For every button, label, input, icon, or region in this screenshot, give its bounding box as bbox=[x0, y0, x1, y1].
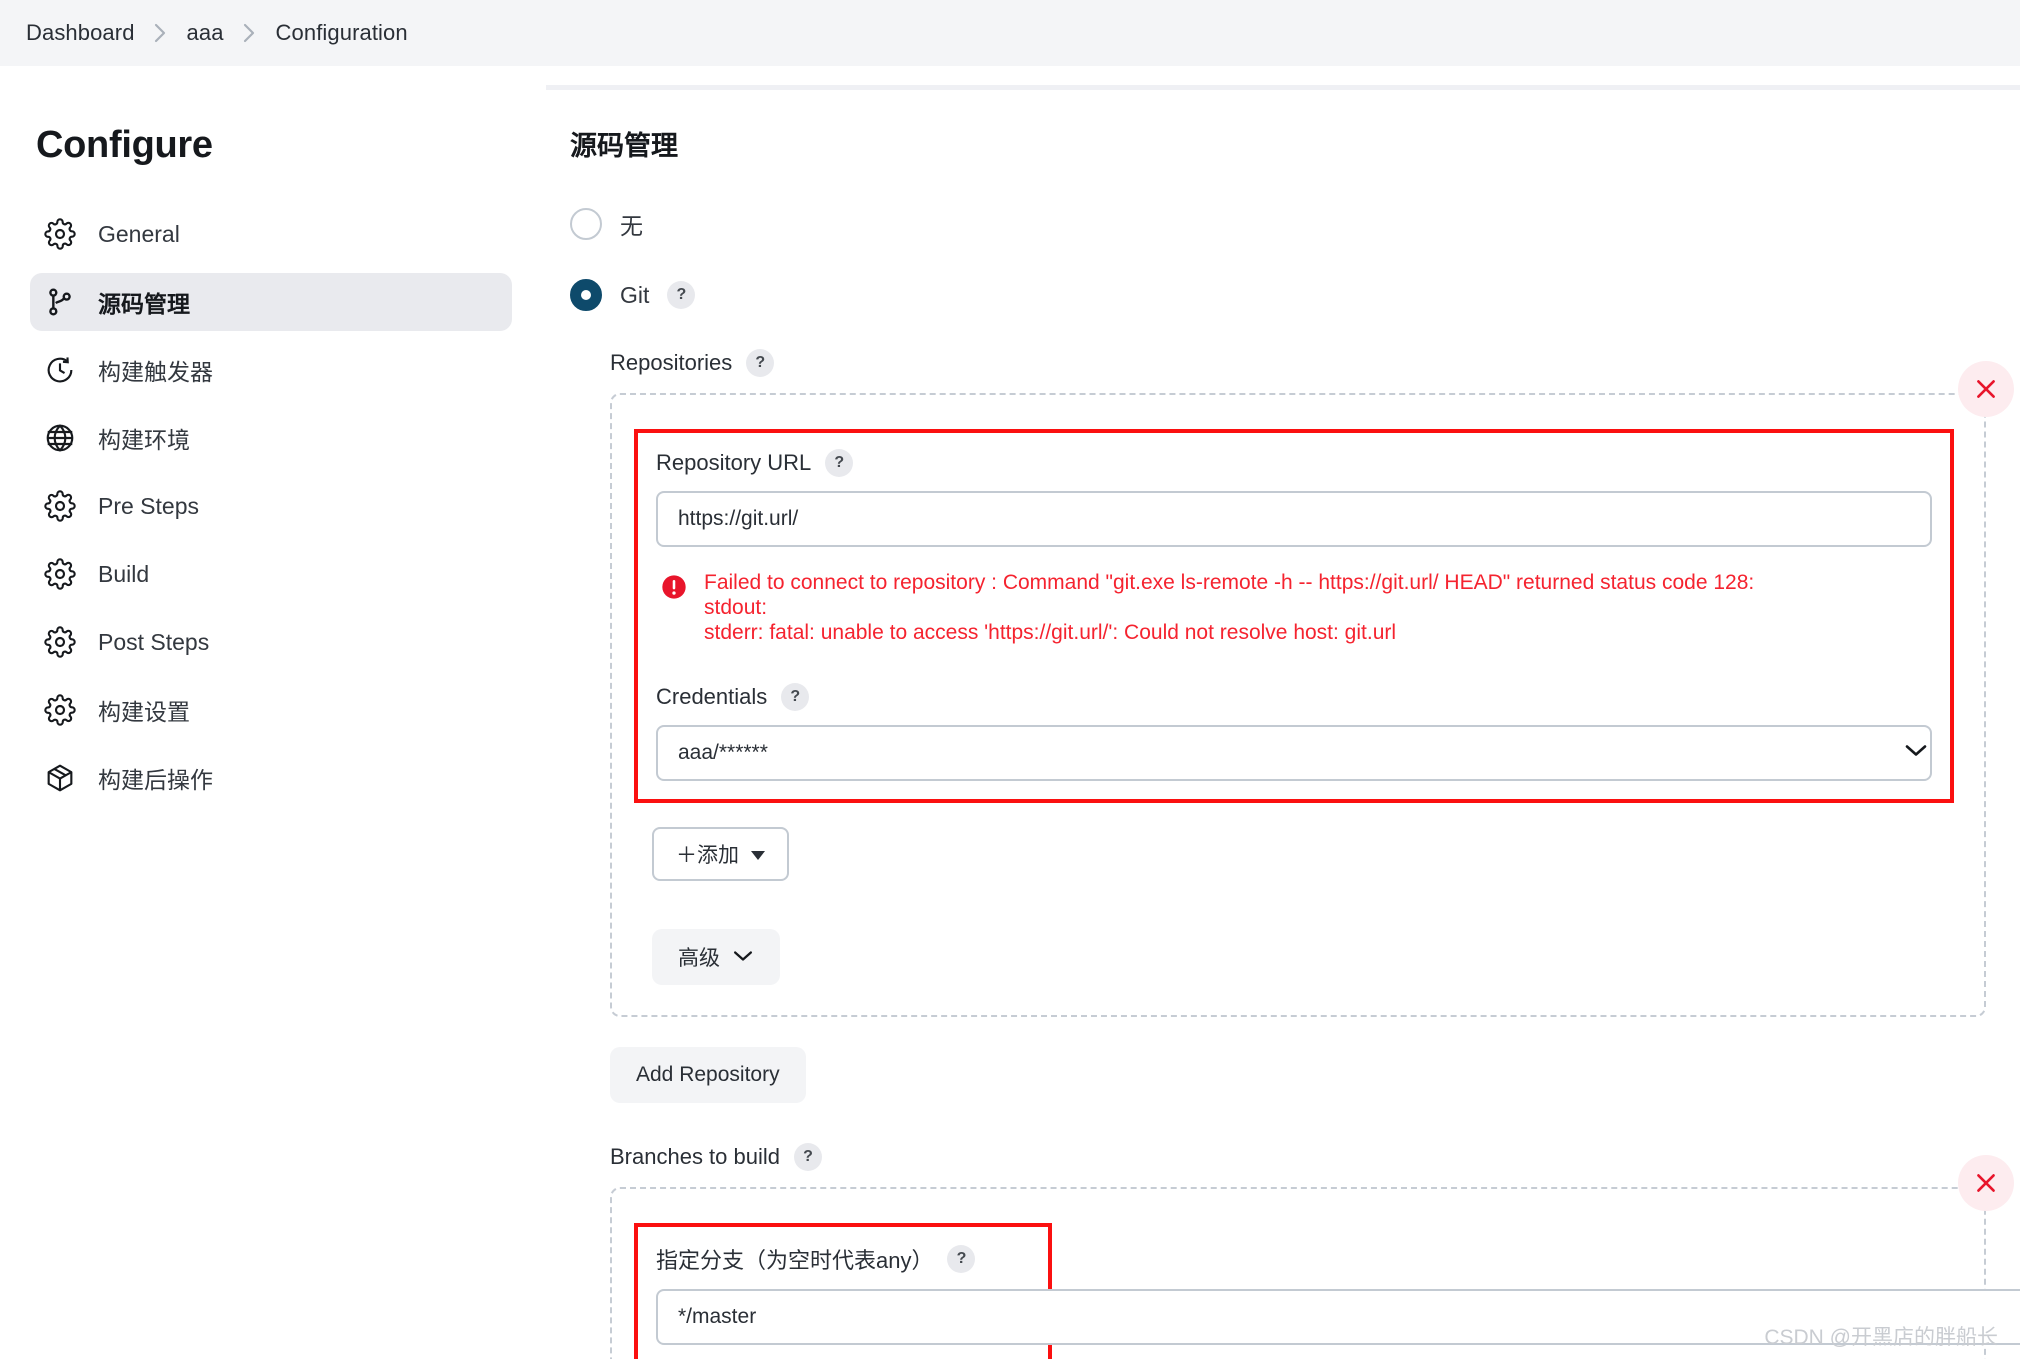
sidebar-item-build-settings[interactable]: 构建设置 bbox=[30, 681, 512, 739]
scm-option-label: 无 bbox=[620, 213, 643, 239]
add-credential-button[interactable]: ＋添加 bbox=[652, 827, 789, 882]
add-repository-button[interactable]: Add Repository bbox=[610, 1047, 806, 1104]
sidebar-item-post-steps[interactable]: Post Steps bbox=[30, 613, 512, 671]
help-icon[interactable]: ? bbox=[746, 349, 775, 377]
add-repository-label: Add Repository bbox=[636, 1063, 780, 1087]
sidebar-item-label: Pre Steps bbox=[98, 492, 199, 519]
watermark: CSDN @开黑店的胖船长 bbox=[1764, 1326, 1998, 1349]
annotation-box-repo: Repository URL ? Failed to connect to re… bbox=[634, 429, 1954, 804]
add-credential-row: ＋添加 bbox=[652, 827, 1954, 882]
advanced-label: 高级 bbox=[678, 947, 720, 971]
help-icon[interactable]: ? bbox=[947, 1245, 976, 1274]
scm-option-git[interactable]: Git ? bbox=[570, 279, 2020, 311]
sidebar-item-label: Post Steps bbox=[98, 628, 210, 655]
repository-url-input[interactable] bbox=[656, 491, 1932, 547]
box-icon bbox=[44, 762, 76, 794]
credentials-select[interactable] bbox=[656, 725, 1932, 782]
credentials-label: Credentials ? bbox=[656, 683, 1950, 712]
scm-config-panel: 源码管理 无 Git ? Repositories ? Repository U… bbox=[546, 66, 2020, 1359]
breadcrumb-item-configuration[interactable]: Configuration bbox=[276, 20, 408, 46]
add-repository-row: Add Repository bbox=[610, 1047, 2020, 1104]
chevron-right-icon bbox=[135, 22, 187, 44]
sidebar-item-label: 构建设置 bbox=[98, 699, 190, 725]
delete-branch-button[interactable] bbox=[1958, 1155, 2014, 1212]
breadcrumb-item-aaa[interactable]: aaa bbox=[187, 20, 224, 46]
add-credential-label: ＋添加 bbox=[676, 844, 739, 868]
gear-icon bbox=[44, 218, 76, 250]
error-line-3: stderr: fatal: unable to access 'https:/… bbox=[704, 620, 1397, 644]
page-title: Configure bbox=[36, 124, 213, 166]
chevron-down-icon bbox=[732, 945, 754, 969]
repository-url-label: Repository URL ? bbox=[656, 449, 1950, 477]
sidebar-item-label: Build bbox=[98, 560, 150, 587]
radio-button[interactable] bbox=[570, 208, 602, 240]
sidebar-item-build-environment[interactable]: 构建环境 bbox=[30, 409, 512, 467]
help-icon[interactable]: ? bbox=[825, 449, 854, 477]
gear-icon bbox=[44, 490, 76, 522]
sidebar-item-label: 构建触发器 bbox=[98, 359, 213, 385]
repository-url-label-text: Repository URL bbox=[656, 450, 812, 475]
delete-repository-button[interactable] bbox=[1958, 361, 2014, 417]
scm-option-label: Git bbox=[620, 281, 650, 308]
chevron-right-icon bbox=[224, 22, 276, 44]
credentials-label-text: Credentials bbox=[656, 684, 768, 710]
section-title: 源码管理 bbox=[570, 131, 678, 161]
caret-down-icon bbox=[751, 842, 765, 866]
gear-icon bbox=[44, 558, 76, 590]
clock-icon bbox=[44, 354, 76, 386]
annotation-box-branch: 指定分支（为空时代表any） ? bbox=[634, 1223, 2020, 1359]
help-icon[interactable]: ? bbox=[667, 281, 696, 309]
branches-to-build-label: Branches to build ? bbox=[610, 1143, 2020, 1172]
branch-specifier-label: 指定分支（为空时代表any） ? bbox=[656, 1243, 1048, 1275]
sidebar-item-label: 源码管理 bbox=[98, 291, 190, 317]
sidebar-item-label: 构建环境 bbox=[98, 427, 190, 453]
scm-option-none[interactable]: 无 bbox=[570, 207, 2020, 241]
breadcrumb-item-dashboard[interactable]: Dashboard bbox=[26, 20, 135, 46]
repository-url-error: Failed to connect to repository : Comman… bbox=[660, 571, 1950, 645]
gear-icon bbox=[44, 626, 76, 658]
branch-specifier-label-text: 指定分支（为空时代表any） bbox=[656, 1248, 934, 1274]
sidebar-item-general[interactable]: General bbox=[30, 205, 512, 263]
content-divider bbox=[546, 85, 2020, 90]
breadcrumb: Dashboard aaa Configuration bbox=[0, 0, 2020, 66]
branch-icon bbox=[44, 286, 76, 318]
repositories-label-text: Repositories bbox=[610, 350, 733, 375]
sidebar-item-label: General bbox=[98, 220, 180, 247]
help-icon[interactable]: ? bbox=[794, 1143, 822, 1172]
error-text: Failed to connect to repository : Comman… bbox=[704, 571, 1754, 645]
sidebar-item-post-build-actions[interactable]: 构建后操作 bbox=[30, 749, 512, 807]
gear-icon bbox=[44, 694, 76, 726]
sidebar-item-pre-steps[interactable]: Pre Steps bbox=[30, 477, 512, 535]
repository-entry: Repository URL ? Failed to connect to re… bbox=[610, 361, 2014, 1018]
configure-sidebar: Configure General 源码管理 构建触发器 构建环境 Pre St… bbox=[0, 66, 546, 1359]
branches-to-build-label-text: Branches to build bbox=[610, 1144, 780, 1170]
error-line-2: stdout: bbox=[704, 595, 768, 619]
advanced-button[interactable]: 高级 bbox=[652, 929, 780, 986]
help-icon[interactable]: ? bbox=[781, 683, 810, 712]
repositories-label: Repositories ? bbox=[610, 349, 2020, 377]
sidebar-item-scm[interactable]: 源码管理 bbox=[30, 273, 512, 331]
sidebar-item-label: 构建后操作 bbox=[98, 767, 213, 793]
sidebar-item-build-triggers[interactable]: 构建触发器 bbox=[30, 341, 512, 399]
radio-button[interactable] bbox=[570, 279, 602, 311]
globe-icon bbox=[44, 422, 76, 454]
error-line-1: Failed to connect to repository : Comman… bbox=[704, 571, 1755, 594]
sidebar-item-build[interactable]: Build bbox=[30, 545, 512, 603]
error-icon bbox=[660, 573, 688, 645]
advanced-row: 高级 bbox=[652, 929, 1954, 986]
